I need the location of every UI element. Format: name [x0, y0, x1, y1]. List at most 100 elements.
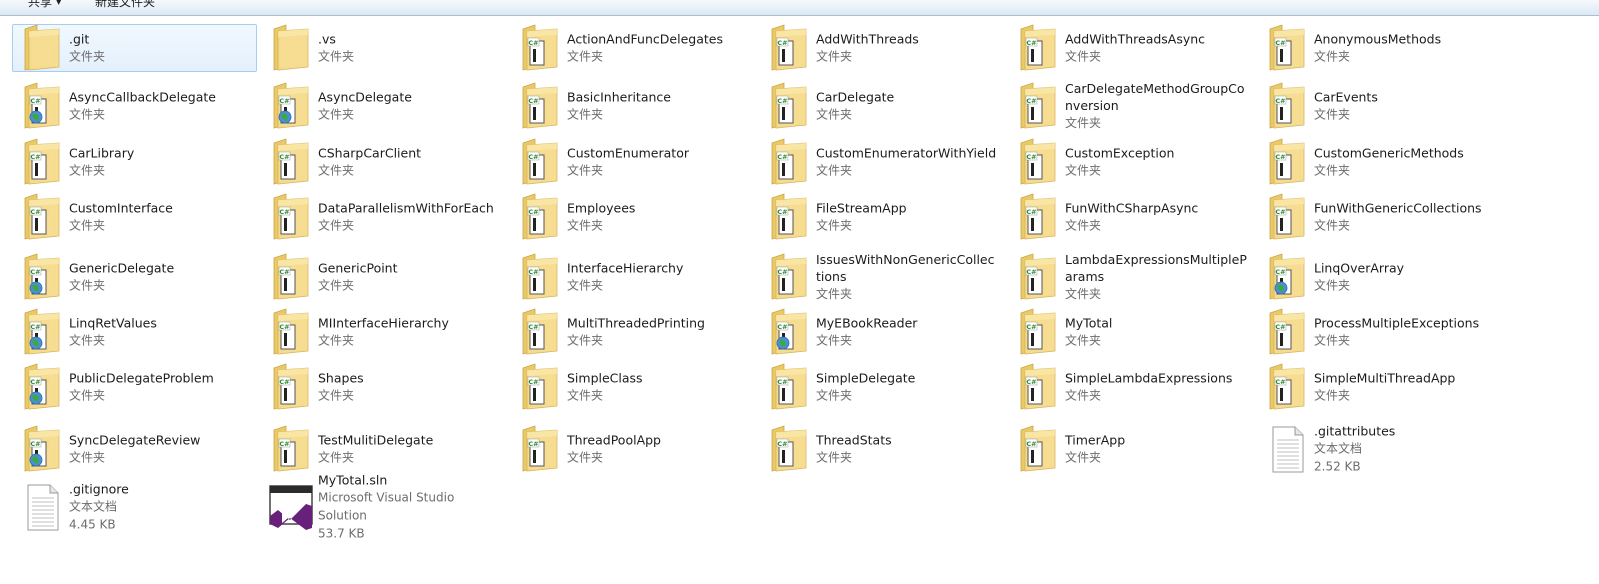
file-item[interactable]: C# ProcessMultipleExceptions 文件夹 — [1257, 307, 1502, 357]
new-folder-button[interactable]: 新建文件夹 — [95, 0, 155, 10]
file-name: SimpleLambdaExpressions — [1065, 370, 1233, 386]
file-name: ThreadPoolApp — [567, 432, 661, 448]
file-item[interactable]: C# CSharpCarClient 文件夹 — [261, 137, 506, 187]
file-item[interactable]: C# AddWithThreadsAsync 文件夹 — [1008, 24, 1253, 72]
csharp-project-folder-icon: C# — [268, 137, 314, 187]
file-item[interactable]: C# MultiThreadedPrinting 文件夹 — [510, 307, 755, 357]
svg-text:C#: C# — [777, 153, 787, 161]
file-item[interactable]: C# MIInterfaceHierarchy 文件夹 — [261, 307, 506, 357]
file-item[interactable]: MyTotal.sln Microsoft Visual Studio Solut… — [261, 473, 506, 541]
file-name: LinqOverArray — [1314, 260, 1405, 276]
file-item[interactable]: C# ActionAndFuncDelegates 文件夹 — [510, 24, 755, 72]
svg-text:C#: C# — [279, 268, 289, 276]
file-item[interactable]: C# CustomEnumeratorWithYield 文件夹 — [759, 137, 1004, 187]
file-item[interactable]: C# CustomEnumerator 文件夹 — [510, 137, 755, 187]
file-item[interactable]: C# GenericDelegate 文件夹 — [12, 248, 257, 306]
file-name: TestMulitiDelegate — [318, 432, 434, 448]
web-project-folder-icon: C# — [766, 307, 812, 357]
csharp-project-folder-icon: C# — [1264, 137, 1310, 187]
file-item[interactable]: C# FileStreamApp 文件夹 — [759, 192, 1004, 242]
file-name: Shapes — [318, 370, 364, 386]
file-item[interactable]: C# CarDelegate 文件夹 — [759, 77, 1004, 135]
share-menu-button[interactable]: 共享 ▼ — [28, 0, 61, 10]
svg-text:C#: C# — [528, 97, 538, 105]
svg-text:C#: C# — [1275, 97, 1285, 105]
web-project-folder-icon: C# — [19, 252, 65, 302]
file-item[interactable]: C# AsyncDelegate 文件夹 — [261, 77, 506, 135]
file-name: AddWithThreadsAsync — [1065, 31, 1206, 47]
file-item[interactable]: C# InterfaceHierarchy 文件夹 — [510, 248, 755, 306]
csharp-project-folder-icon: C# — [19, 192, 65, 242]
file-item[interactable]: C# SimpleMultiThreadApp 文件夹 — [1257, 362, 1502, 412]
file-item[interactable]: C# SyncDelegateReview 文件夹 — [12, 420, 257, 478]
file-item[interactable]: C# MyTotal 文件夹 — [1008, 307, 1253, 357]
file-item[interactable]: C# SimpleLambdaExpressions 文件夹 — [1008, 362, 1253, 412]
file-item[interactable]: .gitignore 文本文档 4.45 KB — [12, 478, 257, 536]
file-type: 文件夹 — [816, 107, 853, 122]
file-item[interactable]: C# ThreadStats 文件夹 — [759, 420, 1004, 478]
file-type: 文件夹 — [1314, 107, 1351, 122]
file-item[interactable]: C# LambdaExpressionsMultipleParams 文件夹 — [1008, 248, 1253, 306]
file-name: SimpleDelegate — [816, 370, 916, 386]
file-item[interactable]: C# CarLibrary 文件夹 — [12, 137, 257, 187]
file-name: SyncDelegateReview — [69, 432, 201, 448]
csharp-project-folder-icon: C# — [1264, 362, 1310, 412]
file-item[interactable]: C# AddWithThreads 文件夹 — [759, 24, 1004, 72]
file-item[interactable]: C# Shapes 文件夹 — [261, 362, 506, 412]
file-item[interactable]: .gitattributes 文本文档 2.52 KB — [1257, 420, 1502, 478]
file-item[interactable]: C# ThreadPoolApp 文件夹 — [510, 420, 755, 478]
file-name: MyTotal — [1065, 315, 1113, 331]
file-item[interactable]: C# CarDelegateMethodGroupConversion 文件夹 — [1008, 77, 1253, 135]
svg-text:C#: C# — [528, 153, 538, 161]
file-item[interactable]: C# AsyncCallbackDelegate 文件夹 — [12, 77, 257, 135]
csharp-project-folder-icon: C# — [1015, 81, 1061, 131]
file-type: 文件夹 — [1314, 49, 1351, 64]
file-item[interactable]: C# MyEBookReader 文件夹 — [759, 307, 1004, 357]
svg-text:C#: C# — [777, 440, 787, 448]
file-name: .gitattributes — [1314, 423, 1396, 439]
svg-text:C#: C# — [777, 39, 787, 47]
svg-text:C#: C# — [30, 97, 40, 105]
file-item[interactable]: C# LinqRetValues 文件夹 — [12, 307, 257, 357]
file-item[interactable]: C# FunWithGenericCollections 文件夹 — [1257, 192, 1502, 242]
file-item[interactable]: C# SimpleClass 文件夹 — [510, 362, 755, 412]
file-item[interactable]: .vs 文件夹 — [261, 24, 506, 72]
web-project-folder-icon: C# — [19, 424, 65, 474]
file-type: Microsoft Visual Studio Solution — [318, 490, 455, 523]
file-item[interactable]: C# TestMulitiDelegate 文件夹 — [261, 420, 506, 478]
svg-text:C#: C# — [279, 440, 289, 448]
svg-text:C#: C# — [30, 153, 40, 161]
file-item[interactable]: C# Employees 文件夹 — [510, 192, 755, 242]
file-name: CarDelegateMethodGroupConversion — [1065, 81, 1245, 113]
text-document-icon — [1264, 424, 1310, 474]
file-type: 文件夹 — [69, 388, 106, 403]
file-type: 文件夹 — [1314, 333, 1351, 348]
file-name: GenericPoint — [318, 260, 398, 276]
svg-text:C#: C# — [1026, 323, 1036, 331]
file-name: SimpleClass — [567, 370, 643, 386]
file-item[interactable]: C# CustomException 文件夹 — [1008, 137, 1253, 187]
file-type: 文件夹 — [567, 163, 604, 178]
file-item[interactable]: C# FunWithCSharpAsync 文件夹 — [1008, 192, 1253, 242]
file-item[interactable]: C# AnonymousMethods 文件夹 — [1257, 24, 1502, 72]
file-item[interactable]: C# CustomInterface 文件夹 — [12, 192, 257, 242]
file-item[interactable]: C# LinqOverArray 文件夹 — [1257, 248, 1502, 306]
file-item[interactable]: C# CarEvents 文件夹 — [1257, 77, 1502, 135]
file-item[interactable]: C# GenericPoint 文件夹 — [261, 248, 506, 306]
file-item[interactable]: .git 文件夹 — [12, 24, 257, 72]
file-item[interactable]: C# DataParallelismWithForEach 文件夹 — [261, 192, 506, 242]
file-item[interactable]: C# PublicDelegateProblem 文件夹 — [12, 362, 257, 412]
file-type: 文件夹 — [1065, 333, 1102, 348]
csharp-project-folder-icon: C# — [268, 192, 314, 242]
file-item[interactable]: C# CustomGenericMethods 文件夹 — [1257, 137, 1502, 187]
file-item[interactable]: C# IssuesWithNonGenericCollections 文件夹 — [759, 248, 1004, 306]
file-name: CarEvents — [1314, 89, 1378, 105]
file-item[interactable]: C# TimerApp 文件夹 — [1008, 420, 1253, 478]
file-item[interactable]: C# SimpleDelegate 文件夹 — [759, 362, 1004, 412]
file-name: MultiThreadedPrinting — [567, 315, 705, 331]
file-name: FileStreamApp — [816, 200, 907, 216]
file-item[interactable]: C# BasicInheritance 文件夹 — [510, 77, 755, 135]
svg-text:C#: C# — [777, 323, 787, 331]
file-name: FunWithGenericCollections — [1314, 200, 1482, 216]
svg-text:C#: C# — [1026, 378, 1036, 386]
